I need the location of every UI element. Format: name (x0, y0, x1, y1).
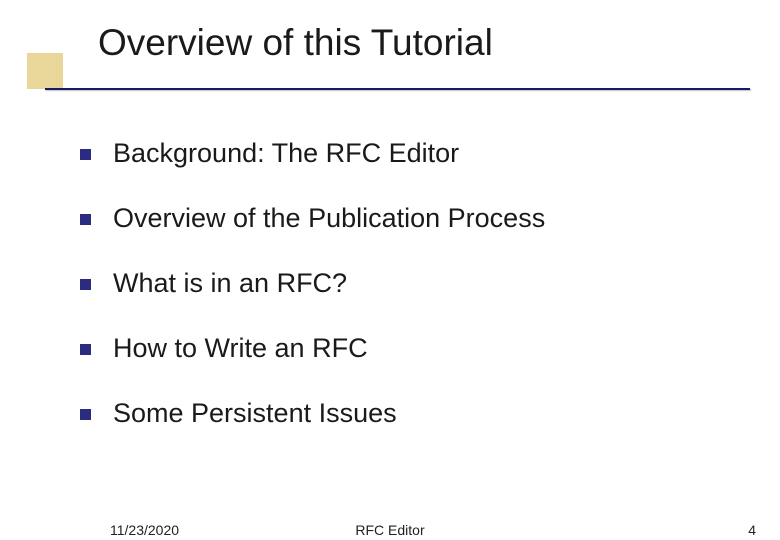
title-accent-box (27, 53, 63, 89)
square-bullet-icon (80, 344, 91, 355)
slide: Overview of this Tutorial Background: Th… (0, 0, 780, 540)
list-item: Background: The RFC Editor (80, 138, 780, 169)
footer-page-number: 4 (748, 522, 756, 538)
list-item: What is in an RFC? (80, 268, 780, 299)
title-area: Overview of this Tutorial (0, 0, 780, 98)
list-item: Overview of the Publication Process (80, 203, 780, 234)
footer-center-text: RFC Editor (0, 522, 780, 538)
list-item-text: Background: The RFC Editor (113, 138, 459, 169)
bullet-list: Background: The RFC Editor Overview of t… (0, 98, 780, 429)
list-item: How to Write an RFC (80, 333, 780, 364)
list-item-text: How to Write an RFC (113, 333, 368, 364)
slide-title: Overview of this Tutorial (98, 22, 780, 64)
title-underline (45, 88, 750, 90)
list-item: Some Persistent Issues (80, 398, 780, 429)
list-item-text: Some Persistent Issues (113, 398, 397, 429)
square-bullet-icon (80, 149, 91, 160)
square-bullet-icon (80, 214, 91, 225)
square-bullet-icon (80, 279, 91, 290)
list-item-text: What is in an RFC? (113, 268, 347, 299)
square-bullet-icon (80, 409, 91, 420)
list-item-text: Overview of the Publication Process (113, 203, 545, 234)
